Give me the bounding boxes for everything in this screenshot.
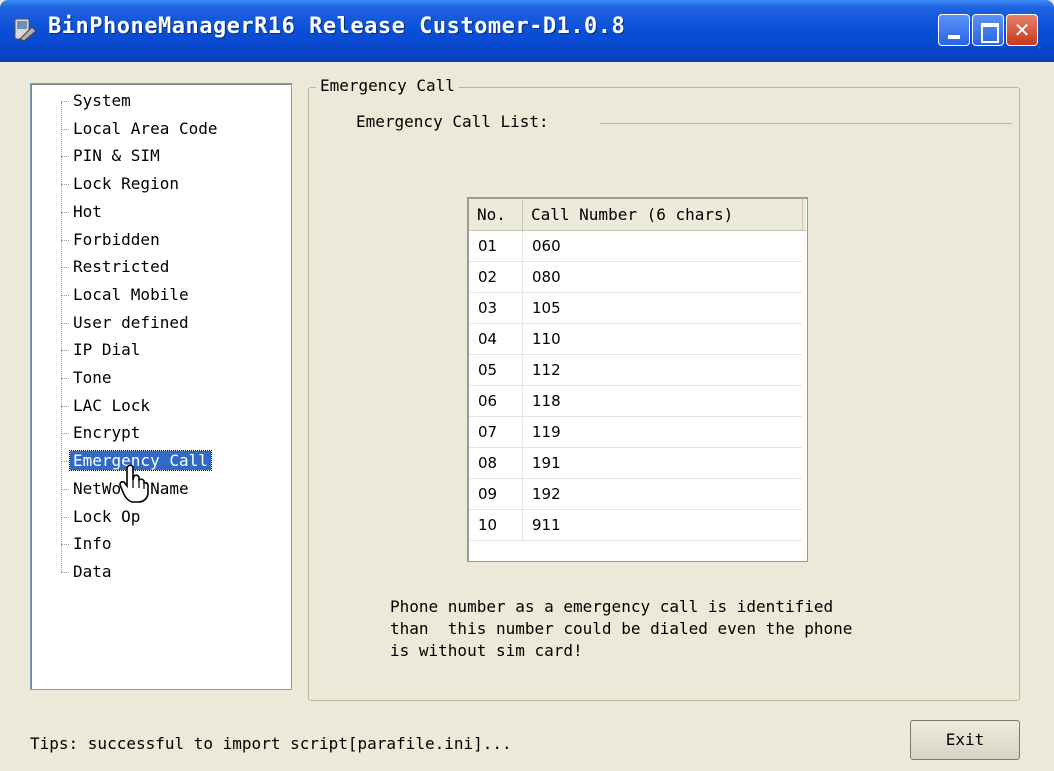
minimize-button[interactable] xyxy=(938,14,970,46)
tree-branch-line xyxy=(61,571,69,573)
cell-call-number[interactable]: 060 xyxy=(523,231,802,261)
tree-branch-line xyxy=(61,350,69,352)
cell-call-number[interactable]: 119 xyxy=(523,417,802,447)
cell-call-number[interactable]: 911 xyxy=(523,510,802,540)
tree-item-label: System xyxy=(73,91,131,110)
column-header-no[interactable]: No. xyxy=(469,199,523,230)
window-title: BinPhoneManagerR16 Release Customer-D1.0… xyxy=(48,14,626,39)
cell-no: 02 xyxy=(469,262,523,292)
hand-cursor-icon xyxy=(119,464,149,503)
cell-no: 01 xyxy=(469,231,523,261)
cell-no: 05 xyxy=(469,355,523,385)
cell-no: 10 xyxy=(469,510,523,540)
cell-call-number[interactable]: 080 xyxy=(523,262,802,292)
table-row[interactable]: 01 060 xyxy=(469,231,802,262)
table-row[interactable]: 06 118 xyxy=(469,386,802,417)
tree-branch-line xyxy=(61,101,69,102)
table-row[interactable]: 03 105 xyxy=(469,293,802,324)
tree-branch-line xyxy=(61,378,69,379)
tree-item-label: Encrypt xyxy=(73,423,141,443)
tree-item-encrypt[interactable]: Encrypt xyxy=(61,421,143,445)
tree-branch-line xyxy=(61,488,69,490)
tree-branch-line xyxy=(61,294,69,296)
cell-no: 03 xyxy=(469,293,523,323)
tree-item-system[interactable]: System xyxy=(61,89,134,113)
table-row[interactable]: 09 192 xyxy=(469,479,802,510)
table-header: No. Call Number (6 chars) xyxy=(469,199,806,231)
maximize-button[interactable] xyxy=(972,14,1004,46)
cell-call-number[interactable]: 192 xyxy=(523,479,802,509)
status-tips: Tips: successful to import script[parafi… xyxy=(30,734,512,753)
tree-item-label: PIN & SIM xyxy=(73,146,160,166)
tree-branch-line xyxy=(61,156,69,158)
tree-branch-line xyxy=(61,461,69,463)
cell-no: 07 xyxy=(469,417,523,447)
close-button[interactable]: ✕ xyxy=(1006,14,1038,46)
caption-divider xyxy=(600,123,1012,124)
tree-item-label: Data xyxy=(73,561,112,581)
cell-call-number[interactable]: 118 xyxy=(523,386,802,416)
close-icon: ✕ xyxy=(1013,18,1031,42)
emergency-note: Phone number as a emergency call is iden… xyxy=(390,597,853,660)
tree-item-label: LAC Lock xyxy=(73,395,151,415)
tree-item-label: Hot xyxy=(73,201,102,221)
tree-item-restricted[interactable]: Restricted xyxy=(61,255,172,279)
tree-branch-line xyxy=(61,433,69,435)
tree-item-lock-region[interactable]: Lock Region xyxy=(61,172,182,196)
tree-item-label: Tone xyxy=(73,368,112,387)
tree-item-pin-sim[interactable]: PIN & SIM xyxy=(61,144,163,168)
tree-item-lac-lock[interactable]: LAC Lock xyxy=(61,394,153,418)
emergency-call-table[interactable]: No. Call Number (6 chars) 01 060 02 080 03 10… xyxy=(467,197,808,562)
tree-branch-line xyxy=(61,267,69,269)
group-title: Emergency Call xyxy=(316,76,459,95)
tree-item-label: Local Mobile xyxy=(73,284,189,304)
tree-item-data[interactable]: Data xyxy=(61,560,115,584)
app-icon xyxy=(14,18,37,42)
tree-branch-line xyxy=(61,405,69,407)
column-header-call-number[interactable]: Call Number (6 chars) xyxy=(523,199,803,230)
tree-branch-line xyxy=(61,184,69,186)
list-caption: Emergency Call List: xyxy=(356,112,559,131)
tree-item-label: Lock Region xyxy=(73,174,179,194)
tree-item-label: IP Dial xyxy=(73,340,141,360)
cell-no: 08 xyxy=(469,448,523,478)
cell-no: 09 xyxy=(469,479,523,509)
tree-item-label: Forbidden xyxy=(73,229,160,249)
table-row[interactable]: 07 119 xyxy=(469,417,802,448)
title-bar[interactable]: BinPhoneManagerR16 Release Customer-D1.0… xyxy=(0,0,1054,62)
table-row[interactable]: 02 080 xyxy=(469,262,802,293)
tree-item-forbidden[interactable]: Forbidden xyxy=(61,228,163,252)
tree-item-label: Local Area Code xyxy=(73,118,218,138)
tree-item-user-defined[interactable]: User defined xyxy=(61,311,192,335)
tree-item-label: User defined xyxy=(73,312,189,332)
tree-branch-line xyxy=(61,516,69,518)
tree-branch-line xyxy=(61,322,69,324)
tree-branch-line xyxy=(61,544,69,546)
table-row[interactable]: 05 112 xyxy=(469,355,802,386)
tree-item-label: Lock Op xyxy=(73,506,141,526)
cell-call-number[interactable]: 112 xyxy=(523,355,802,385)
tree-item-hot[interactable]: Hot xyxy=(61,200,105,224)
tree-item-ip-dial[interactable]: IP Dial xyxy=(61,338,143,362)
tree-item-tone[interactable]: Tone xyxy=(61,366,115,390)
table-row[interactable]: 08 191 xyxy=(469,448,802,479)
tree-item-lock-op[interactable]: Lock Op xyxy=(61,505,143,529)
table-row[interactable]: 10 911 xyxy=(469,510,802,541)
tree-branch-line xyxy=(61,128,69,130)
tree-item-local-mobile[interactable]: Local Mobile xyxy=(61,283,192,307)
cell-call-number[interactable]: 105 xyxy=(523,293,802,323)
cell-no: 06 xyxy=(469,386,523,416)
table-row[interactable]: 04 110 xyxy=(469,324,802,355)
cell-call-number[interactable]: 110 xyxy=(523,324,802,354)
tree-branch-line xyxy=(61,239,69,241)
tree-branch-line xyxy=(61,211,69,213)
exit-button[interactable]: Exit xyxy=(910,720,1020,760)
tree-item-local-area-code[interactable]: Local Area Code xyxy=(61,117,221,141)
settings-tree[interactable]: System Local Area Code PIN & SIM Lock Regio… xyxy=(30,83,292,690)
tree-item-label: Info xyxy=(73,534,112,554)
tree-item-info[interactable]: Info xyxy=(61,532,115,556)
tree-item-label: Restricted xyxy=(73,257,170,277)
cell-no: 04 xyxy=(469,324,523,354)
cell-call-number[interactable]: 191 xyxy=(523,448,802,478)
